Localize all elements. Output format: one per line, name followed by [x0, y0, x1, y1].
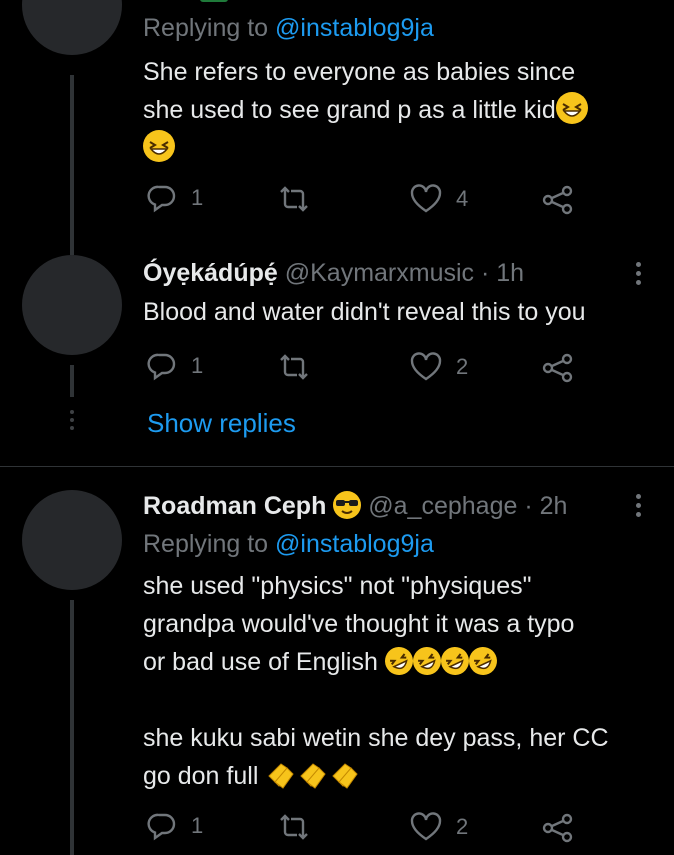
tweet-text-line: or bad use of English	[143, 648, 378, 676]
reply-icon	[147, 185, 176, 213]
retweet-button[interactable]	[277, 353, 311, 381]
mention-link[interactable]: @instablog9ja	[275, 530, 434, 558]
timestamp: · 1h	[480, 259, 525, 287]
grinning-squinting-face-emoji	[555, 92, 588, 124]
more-options-icon[interactable]	[632, 494, 644, 521]
mention-link[interactable]: @instablog9ja	[275, 14, 434, 42]
share-button[interactable]	[542, 185, 574, 215]
timestamp: · 2h	[524, 492, 568, 520]
like-count: 4	[456, 186, 469, 211]
share-icon	[542, 813, 573, 843]
share-button[interactable]	[542, 353, 574, 383]
tweet-text-line: she used "physics" not "physiques"	[143, 572, 532, 600]
cool-sunglasses-face-emoji	[333, 491, 362, 519]
tweet-text: She refers to everyone as babies since s…	[143, 53, 658, 167]
share-icon	[542, 353, 573, 383]
divider	[0, 466, 674, 467]
thread-dots	[70, 410, 74, 434]
reply-count: 1	[191, 353, 204, 378]
heart-icon	[410, 812, 442, 841]
show-replies-link[interactable]: Show replies	[147, 408, 296, 439]
tweet-text-line: go don full	[143, 762, 259, 790]
reply-icon	[147, 353, 176, 381]
like-count: 2	[456, 814, 469, 839]
retweet-icon	[280, 186, 308, 212]
replying-to-label: Replying to	[143, 530, 269, 558]
retweet-icon	[280, 354, 308, 380]
share-icon	[542, 185, 573, 215]
tweet-text-line: grandpa would've thought it was a typo	[143, 610, 575, 638]
like-button[interactable]: 2	[410, 812, 468, 842]
tweet-text: Blood and water didn't reveal this to yo…	[143, 293, 658, 331]
avatar[interactable]	[22, 255, 122, 355]
share-button[interactable]	[542, 813, 574, 843]
retweet-button[interactable]	[277, 185, 311, 213]
tweet-text: she used "physics" not "physiques" grand…	[143, 567, 658, 801]
thread-line	[70, 600, 74, 855]
avatar[interactable]	[22, 490, 122, 590]
reply-button[interactable]: 1	[147, 351, 203, 381]
replying-to: Replying to @instablog9ja	[143, 14, 434, 43]
like-button[interactable]: 4	[410, 184, 468, 214]
replying-to-label: Replying to	[143, 14, 269, 42]
reply-button[interactable]: 1	[147, 811, 203, 841]
tweet-text-line: She refers to everyone as babies since	[143, 58, 576, 86]
clapping-hands-emoji	[265, 760, 361, 801]
replying-to: Replying to @instablog9ja	[143, 530, 434, 559]
thread-line	[70, 75, 74, 255]
display-name[interactable]: Óyẹkádúpẹ́	[143, 259, 278, 287]
reply-icon	[147, 813, 176, 841]
reply-count: 1	[191, 813, 204, 838]
like-count: 2	[456, 354, 469, 379]
retweet-icon	[280, 814, 308, 840]
display-name[interactable]: Roadman Ceph	[143, 492, 326, 520]
retweet-button[interactable]	[277, 813, 311, 841]
tweet-header: Roadman Ceph @a_cephage · 2h	[143, 491, 567, 521]
grinning-squinting-face-emoji	[143, 130, 175, 162]
rolling-laughing-face-emoji	[464, 642, 502, 680]
reply-count: 1	[191, 185, 204, 210]
tweet-header: Óyẹkádúpẹ́ @Kaymarxmusic · 1h	[143, 259, 524, 288]
avatar[interactable]	[22, 0, 122, 55]
heart-icon	[410, 184, 442, 213]
tweet-text-line: Blood and water didn't reveal this to yo…	[143, 298, 586, 326]
more-options-icon[interactable]	[632, 262, 644, 289]
like-button[interactable]: 2	[410, 352, 468, 382]
user-handle[interactable]: @Kaymarxmusic	[285, 259, 474, 287]
thread-line	[70, 365, 74, 397]
tweet-text-line: she kuku sabi wetin she dey pass, her CC	[143, 724, 609, 752]
verified-flag-icon	[200, 0, 228, 2]
user-handle[interactable]: @a_cephage	[368, 492, 517, 520]
tweet-text-line: she used to see grand p as a little kid	[143, 96, 556, 124]
heart-icon	[410, 352, 442, 381]
reply-button[interactable]: 1	[147, 183, 203, 213]
